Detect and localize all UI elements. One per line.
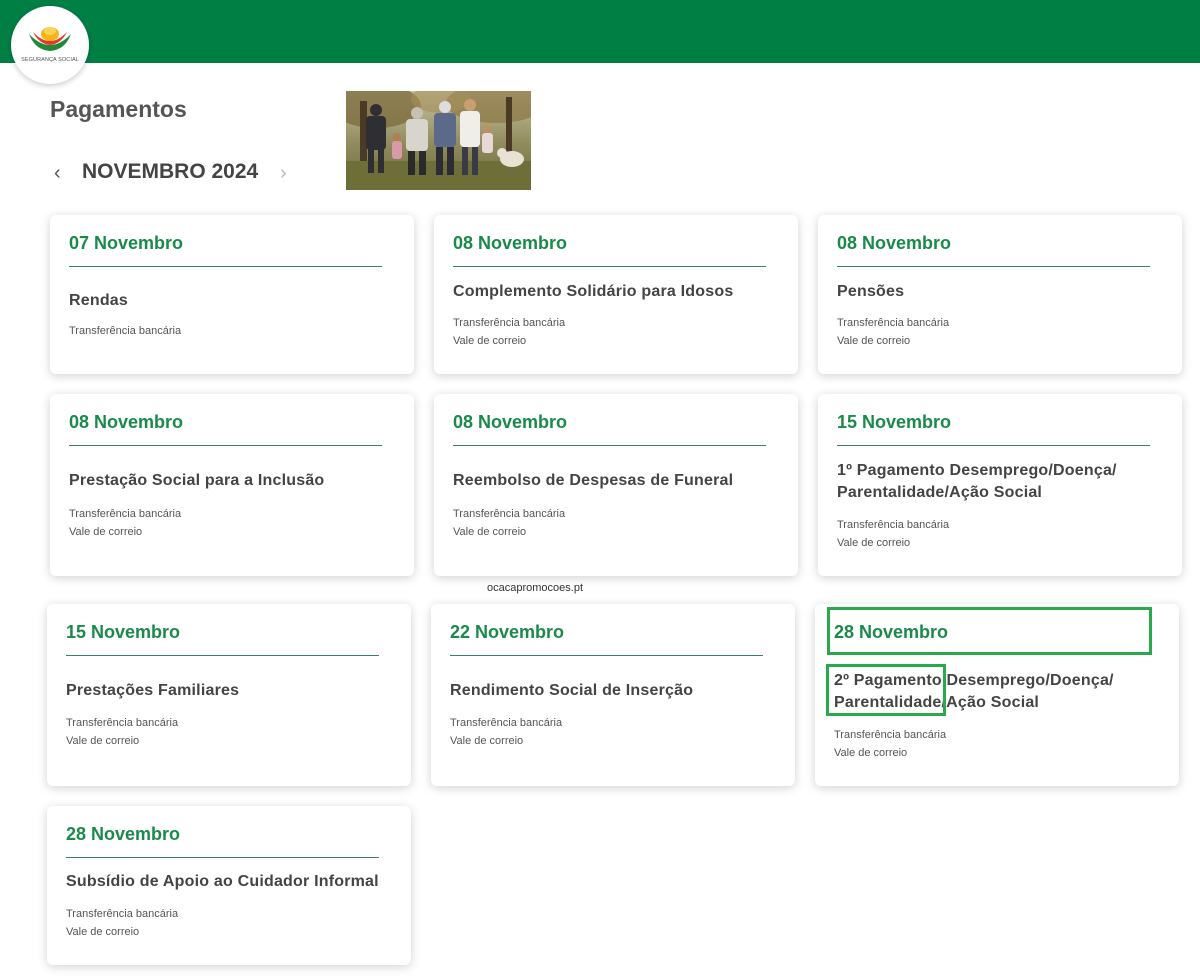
card-methods: Transferência bancária Vale de correio [834, 726, 946, 762]
payment-card[interactable]: 08 Novembro Pensões Transferência bancár… [818, 215, 1182, 374]
payment-method: Transferência bancária [66, 908, 179, 920]
payment-method: Vale de correio [837, 335, 911, 347]
card-title: Pensões [837, 283, 905, 300]
payment-method: Vale de correio [837, 537, 911, 549]
payment-method: Transferência bancária [450, 717, 563, 729]
card-title: Prestações Familiares [66, 682, 240, 699]
payment-method: Vale de correio [453, 335, 527, 347]
payment-method: Vale de correio [66, 926, 140, 938]
payment-method: Transferência bancária [453, 508, 566, 520]
payment-card[interactable]: 28 Novembro Subsídio de Apoio ao Cuidado… [47, 806, 411, 965]
card-title: 1º Pagamento Desemprego/Doença/ Parental… [837, 460, 1117, 504]
card-title: Complemento Solidário para Idosos [453, 283, 734, 300]
payment-method: Vale de correio [69, 526, 143, 538]
payment-method: Vale de correio [834, 747, 908, 759]
chevron-right-icon[interactable]: › [280, 162, 287, 185]
logo-text: SEGURANÇA SOCIAL [21, 57, 79, 63]
payment-card[interactable]: 08 Novembro Prestação Social para a Incl… [50, 394, 414, 576]
highlight-box-date [827, 607, 1152, 655]
payment-method: Vale de correio [66, 735, 140, 747]
watermark-text: ocacapromocoes.pt [487, 582, 583, 594]
payment-method: Transferência bancária [837, 519, 950, 531]
card-date: 15 Novembro [837, 412, 952, 432]
payment-card[interactable]: 22 Novembro Rendimento Social de Inserçã… [431, 604, 795, 786]
card-methods: Transferência bancária Vale de correio [66, 714, 178, 750]
card-divider [66, 857, 379, 858]
card-title: Rendimento Social de Inserção [450, 682, 694, 699]
card-title: Subsídio de Apoio ao Cuidador Informal [66, 873, 379, 890]
payment-card[interactable]: 08 Novembro Reembolso de Despesas de Fun… [434, 394, 798, 576]
card-methods: Transferência bancária Vale de correio [453, 505, 565, 541]
family-photo [346, 91, 531, 190]
payment-card[interactable]: 15 Novembro Prestações Familiares Transf… [47, 604, 411, 786]
page-title: Pagamentos [50, 96, 187, 122]
card-title: Reembolso de Despesas de Funeral [453, 472, 734, 489]
card-methods: Transferência bancária Vale de correio [69, 505, 181, 541]
payment-method: Transferência bancária [69, 508, 182, 520]
card-date: 07 Novembro [69, 233, 184, 253]
card-title: Rendas [69, 292, 128, 309]
card-methods: Transferência bancária Vale de correio [450, 714, 562, 750]
payment-card[interactable]: 07 Novembro Rendas Transferência bancári… [50, 215, 414, 374]
payment-method: Transferência bancária [66, 717, 179, 729]
card-title: Prestação Social para a Inclusão [69, 472, 325, 489]
card-date: 08 Novembro [837, 233, 952, 253]
card-methods: Transferência bancária Vale de correio [837, 314, 949, 350]
payment-method: Transferência bancária [837, 317, 950, 329]
card-title-line: Parentalidade/Ação Social [837, 484, 1043, 501]
card-date: 08 Novembro [69, 412, 184, 432]
logo-emblem-icon [29, 27, 71, 51]
card-methods: Transferência bancária Vale de correio [837, 516, 949, 552]
card-divider [450, 655, 763, 656]
highlight-box-title [826, 664, 946, 716]
card-divider [837, 266, 1150, 267]
card-methods: Transferência bancária [69, 322, 181, 340]
payment-card[interactable]: 15 Novembro 1º Pagamento Desemprego/Doen… [818, 394, 1182, 576]
seguranca-social-logo[interactable]: SEGURANÇA SOCIAL [11, 6, 89, 84]
chevron-left-icon[interactable]: ‹ [54, 162, 61, 185]
card-divider [69, 445, 382, 446]
top-bar [0, 0, 1200, 63]
card-date: 22 Novembro [450, 622, 565, 642]
card-date: 28 Novembro [66, 824, 181, 844]
card-methods: Transferência bancária Vale de correio [66, 905, 178, 941]
card-divider [837, 445, 1150, 446]
card-date: 08 Novembro [453, 412, 568, 432]
payment-method: Transferência bancária [69, 325, 182, 337]
payment-card[interactable]: 08 Novembro Complemento Solidário para I… [434, 215, 798, 374]
card-date: 08 Novembro [453, 233, 568, 253]
card-title-line: 1º Pagamento Desemprego/Doença/ [837, 462, 1117, 479]
payment-method: Vale de correio [450, 735, 524, 747]
card-divider [453, 445, 766, 446]
card-date: 15 Novembro [66, 622, 181, 642]
payment-method: Transferência bancária [453, 317, 566, 329]
card-divider [66, 655, 379, 656]
card-divider [69, 266, 382, 267]
card-methods: Transferência bancária Vale de correio [453, 314, 565, 350]
payment-method: Transferência bancária [834, 729, 947, 741]
payment-method: Vale de correio [453, 526, 527, 538]
month-label: NOVEMBRO 2024 [82, 160, 259, 183]
card-divider [453, 266, 766, 267]
